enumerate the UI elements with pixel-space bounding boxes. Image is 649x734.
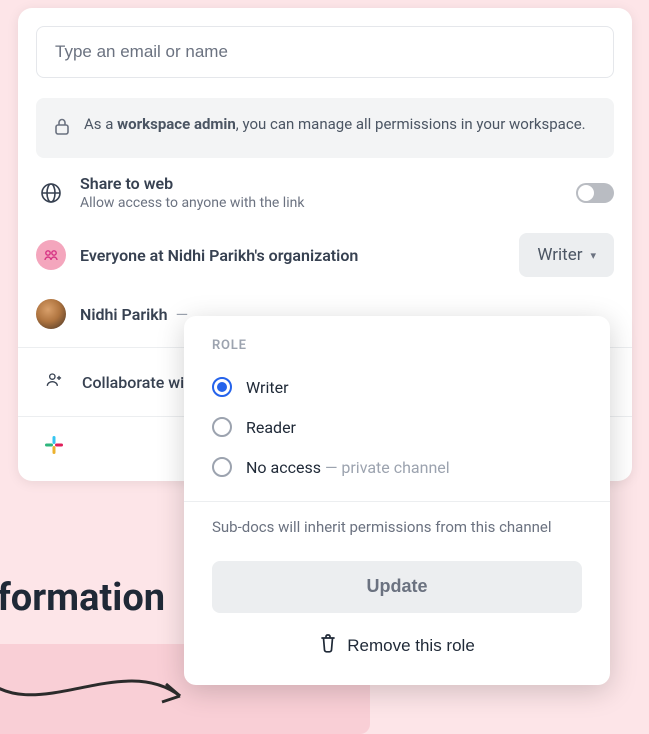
role-option-writer[interactable]: Writer — [212, 367, 582, 407]
arrow-icon — [0, 660, 210, 720]
share-web-title: Share to web — [80, 174, 562, 193]
radio-icon — [212, 377, 232, 397]
share-web-toggle[interactable] — [576, 183, 614, 203]
divider — [184, 501, 610, 502]
role-option-label: No access — [246, 458, 321, 477]
email-input[interactable] — [36, 26, 614, 78]
org-avatar — [36, 240, 66, 270]
role-note: Sub-docs will inherit permissions from t… — [212, 516, 582, 539]
collaborate-label: Collaborate wit — [82, 373, 190, 392]
radio-icon — [212, 457, 232, 477]
share-web-subtitle: Allow access to anyone with the link — [80, 195, 562, 211]
user-name: Nidhi Parikh — [80, 305, 168, 324]
role-dropdown-label: Writer — [537, 245, 582, 265]
radio-icon — [212, 417, 232, 437]
role-option-label: Reader — [246, 418, 296, 437]
role-heading: ROLE — [212, 338, 582, 353]
remove-role-label: Remove this role — [347, 636, 475, 656]
remove-role-button[interactable]: Remove this role — [212, 627, 582, 665]
user-avatar — [36, 299, 66, 329]
chevron-down-icon: ▾ — [590, 249, 596, 262]
role-option-label: Writer — [246, 378, 288, 397]
lock-icon — [54, 118, 70, 142]
role-dropdown[interactable]: Writer ▾ — [519, 233, 614, 277]
role-option-suffix: — private channel — [321, 458, 450, 477]
everyone-row: Everyone at Nidhi Parikh's organization … — [36, 227, 614, 293]
everyone-label: Everyone at Nidhi Parikh's organization — [80, 246, 505, 265]
slack-icon — [44, 435, 64, 459]
share-web-row: Share to web Allow access to anyone with… — [36, 158, 614, 227]
admin-note-text: As a workspace admin, you can manage all… — [84, 114, 586, 135]
update-button[interactable]: Update — [212, 561, 582, 613]
role-option-no-access[interactable]: No access — private channel — [212, 447, 582, 487]
role-popover: ROLE Writer Reader No access — private c… — [184, 316, 610, 685]
globe-icon — [36, 178, 66, 208]
page-title-fragment: al information — [0, 576, 165, 620]
role-option-reader[interactable]: Reader — [212, 407, 582, 447]
trash-icon — [319, 633, 337, 658]
admin-note: As a workspace admin, you can manage all… — [36, 98, 614, 158]
add-person-icon — [44, 370, 64, 394]
